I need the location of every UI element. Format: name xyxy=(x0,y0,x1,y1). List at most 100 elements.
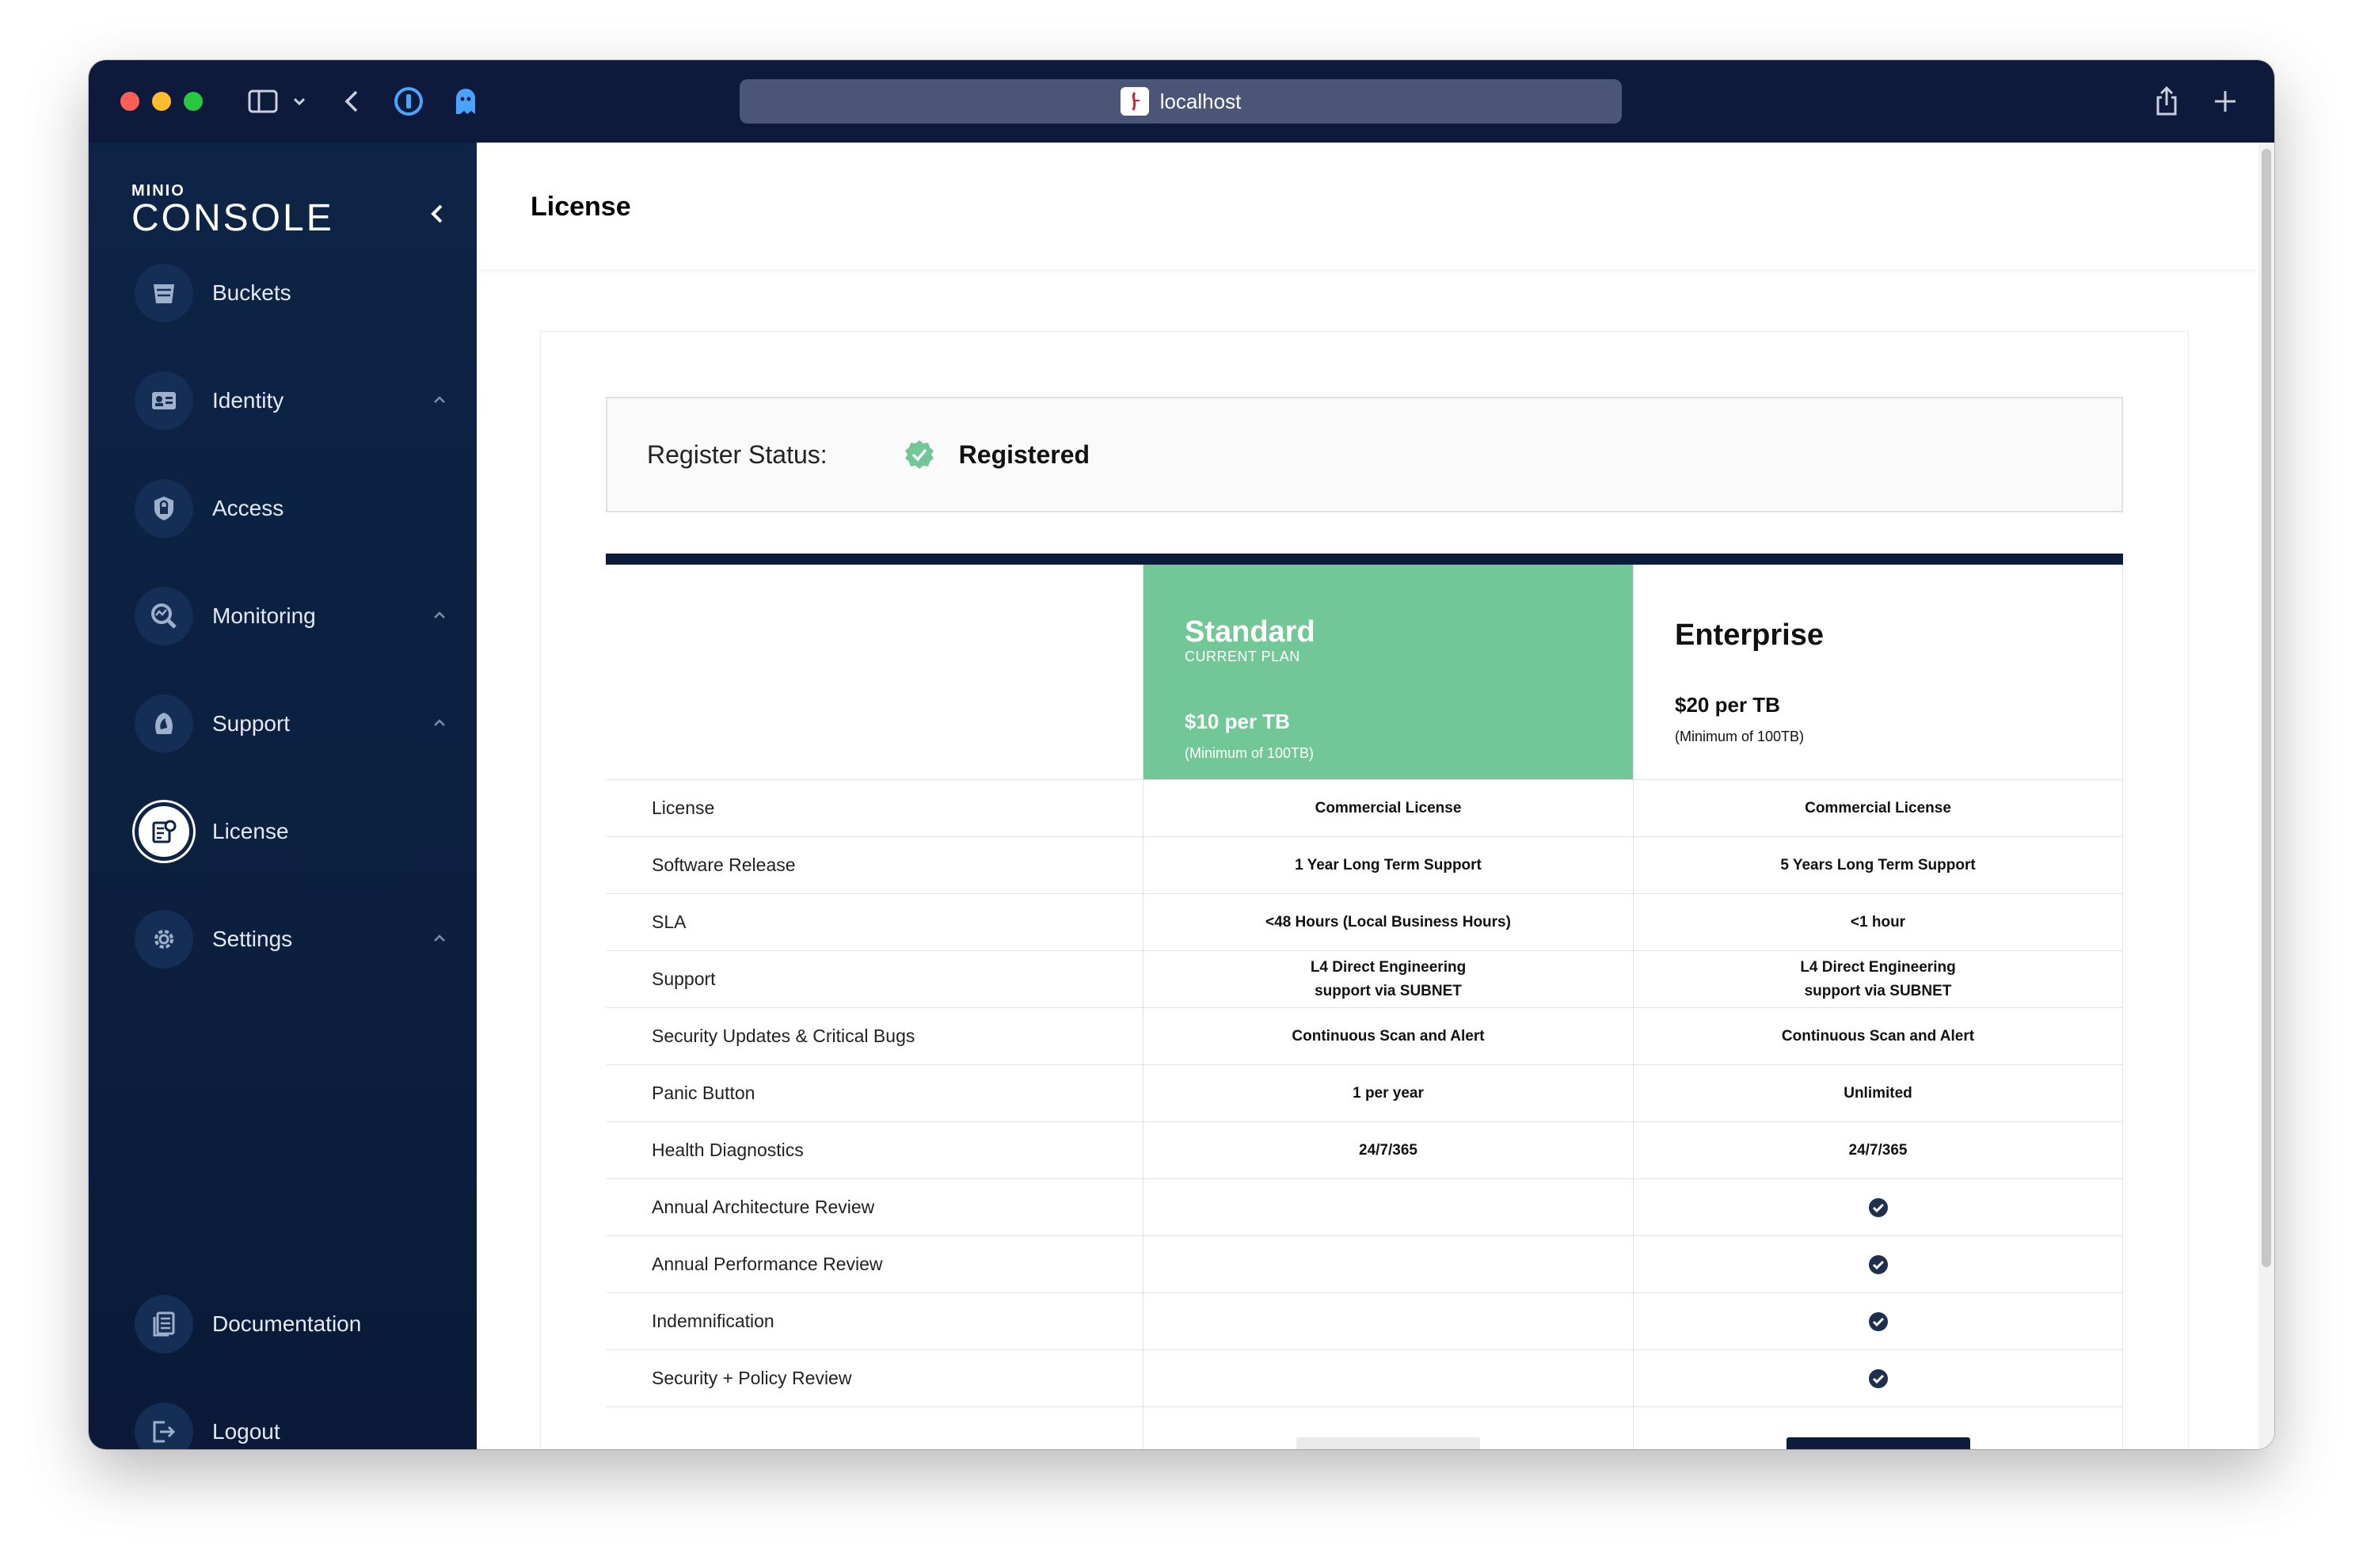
sidebar-item-license[interactable]: License xyxy=(135,801,451,862)
password-manager-icon[interactable] xyxy=(393,82,424,120)
support-icon xyxy=(135,695,193,753)
lock-icon xyxy=(135,479,193,538)
feature-name-cell: Annual Performance Review xyxy=(652,1254,883,1274)
minimize-window-button[interactable] xyxy=(152,92,171,111)
table-row: Software Release 1 Year Long Term Support… xyxy=(606,837,2123,894)
scrollbar[interactable] xyxy=(2258,143,2274,1449)
register-status-label: Register Status: xyxy=(647,440,828,469)
standard-value-cell: Commercial License xyxy=(1143,780,1633,836)
check-circle-icon xyxy=(1868,1197,1889,1218)
license-icon xyxy=(135,802,193,861)
feature-name-cell: Annual Architecture Review xyxy=(652,1197,875,1217)
plans-header-row: Standard CURRENT PLAN $10 per TB (Minimu… xyxy=(606,565,2123,780)
sidebar-item-access[interactable]: Access xyxy=(135,478,451,539)
document-icon xyxy=(135,1295,193,1353)
standard-plan-name: Standard xyxy=(1185,615,1315,649)
register-status-box: Register Status: Registered xyxy=(606,397,2123,512)
sidebar-item-support[interactable]: Support xyxy=(135,694,451,754)
table-row: Support L4 Direct Engineering support via… xyxy=(606,951,2123,1008)
collapse-sidebar-button[interactable] xyxy=(421,198,453,230)
standard-value-cell xyxy=(1143,1179,1633,1235)
ghost-extension-icon[interactable] xyxy=(450,82,481,120)
feature-value-text: L4 Direct Engineering support via SUBNET xyxy=(1310,958,1467,999)
feature-name-cell: Indemnification xyxy=(652,1311,774,1331)
sidebar-item-label: Access xyxy=(212,496,284,520)
table-top-bar xyxy=(606,554,2123,565)
feature-name-cell: Software Release xyxy=(652,854,796,875)
standard-value-cell: Continuous Scan and Alert xyxy=(1143,1008,1633,1064)
subscribe-spacer xyxy=(606,1407,1143,1449)
sidebar-toggle-icon[interactable] xyxy=(244,82,282,120)
standard-subscribe-cell: Subscribe xyxy=(1143,1407,1633,1449)
chevron-down-icon[interactable] xyxy=(290,82,309,120)
check-circle-icon xyxy=(1868,1254,1889,1275)
standard-plan-minimum: (Minimum of 100TB) xyxy=(1185,745,1315,761)
sidebar-item-identity[interactable]: Identity xyxy=(135,371,451,431)
enterprise-value-cell: L4 Direct Engineering support via SUBNET xyxy=(1633,951,2123,1007)
standard-subscribe-button[interactable]: Subscribe xyxy=(1296,1437,1480,1449)
chevron-up-icon[interactable] xyxy=(428,927,451,950)
enterprise-subscribe-button[interactable]: Subscribe xyxy=(1786,1437,1970,1449)
close-window-button[interactable] xyxy=(120,92,139,111)
feature-name-cell: Support xyxy=(652,969,716,989)
standard-plan-header: Standard CURRENT PLAN $10 per TB (Minimu… xyxy=(1143,565,1633,779)
standard-value-cell: <48 Hours (Local Business Hours) xyxy=(1143,894,1633,950)
standard-plan-price: $10 per TB xyxy=(1185,710,1290,733)
standard-value-cell: L4 Direct Engineering support via SUBNET xyxy=(1143,951,1633,1007)
sidebar-item-monitoring[interactable]: Monitoring xyxy=(135,586,451,646)
standard-value-cell xyxy=(1143,1293,1633,1349)
maximize-window-button[interactable] xyxy=(184,92,203,111)
bucket-icon xyxy=(135,264,193,322)
table-row: Panic Button 1 per year Unlimited xyxy=(606,1065,2123,1122)
table-row: Annual Architecture Review xyxy=(606,1179,2123,1236)
sidebar-item-label: Support xyxy=(212,711,291,736)
enterprise-plan-name: Enterprise xyxy=(1675,618,1824,652)
sidebar-item-label: Identity xyxy=(212,388,284,413)
feature-name-cell: Health Diagnostics xyxy=(652,1140,804,1160)
chevron-up-icon[interactable] xyxy=(428,603,451,627)
feature-value-text: 24/7/365 xyxy=(1359,1141,1417,1159)
feature-rows: License Commercial License Commercial Lice… xyxy=(606,780,2123,1407)
sidebar-item-label: Buckets xyxy=(212,280,291,305)
feature-value-text: Unlimited xyxy=(1844,1084,1912,1102)
enterprise-subscribe-cell: Subscribe xyxy=(1633,1407,2123,1449)
feature-value-text: Continuous Scan and Alert xyxy=(1781,1027,1975,1045)
sidebar-item-documentation[interactable]: Documentation xyxy=(135,1294,451,1354)
browser-window: localhost MINIO CONSOLE Buckets Identity… xyxy=(89,60,2274,1449)
new-tab-icon[interactable] xyxy=(2209,82,2241,120)
standard-value-cell: 1 per year xyxy=(1143,1065,1633,1121)
feature-name-cell: SLA xyxy=(652,911,687,932)
chevron-up-icon[interactable] xyxy=(428,711,451,735)
minio-console-logo: MINIO CONSOLE xyxy=(131,182,334,238)
plans-comparison-table: Standard CURRENT PLAN $10 per TB (Minimu… xyxy=(606,554,2123,1449)
register-status-value: Registered xyxy=(958,440,1090,469)
back-icon[interactable] xyxy=(339,82,364,120)
monitoring-icon xyxy=(135,587,193,645)
sidebar-item-settings[interactable]: Settings xyxy=(135,909,451,969)
share-icon[interactable] xyxy=(2151,82,2182,120)
address-bar[interactable]: localhost xyxy=(740,79,1622,124)
gear-icon xyxy=(135,910,193,969)
feature-value-text: <48 Hours (Local Business Hours) xyxy=(1265,913,1511,931)
logout-icon xyxy=(135,1402,193,1449)
feature-value-text: 1 Year Long Term Support xyxy=(1295,856,1482,873)
browser-toolbar: localhost xyxy=(89,60,2274,143)
enterprise-value-cell: <1 hour xyxy=(1633,894,2123,950)
verified-check-icon xyxy=(904,439,935,470)
subscribe-row: Subscribe Subscribe xyxy=(606,1407,2123,1449)
address-bar-url: localhost xyxy=(1159,89,1242,113)
enterprise-value-cell: Commercial License xyxy=(1633,780,2123,836)
site-favicon-icon xyxy=(1120,87,1149,116)
sidebar-item-label: Logout xyxy=(212,1419,280,1444)
enterprise-value-cell: Unlimited xyxy=(1633,1065,2123,1121)
enterprise-value-cell xyxy=(1633,1350,2123,1406)
enterprise-value-cell: 5 Years Long Term Support xyxy=(1633,837,2123,893)
sidebar-item-logout[interactable]: Logout xyxy=(135,1402,451,1449)
feature-name-cell: License xyxy=(652,797,715,818)
chevron-up-icon[interactable] xyxy=(428,388,451,412)
sidebar-item-buckets[interactable]: Buckets xyxy=(135,263,451,323)
scrollbar-thumb[interactable] xyxy=(2262,149,2271,1267)
enterprise-value-cell xyxy=(1633,1179,2123,1235)
enterprise-plan-header: Enterprise $20 per TB (Minimum of 100TB) xyxy=(1633,565,2123,779)
feature-value-text: Commercial License xyxy=(1805,799,1951,816)
